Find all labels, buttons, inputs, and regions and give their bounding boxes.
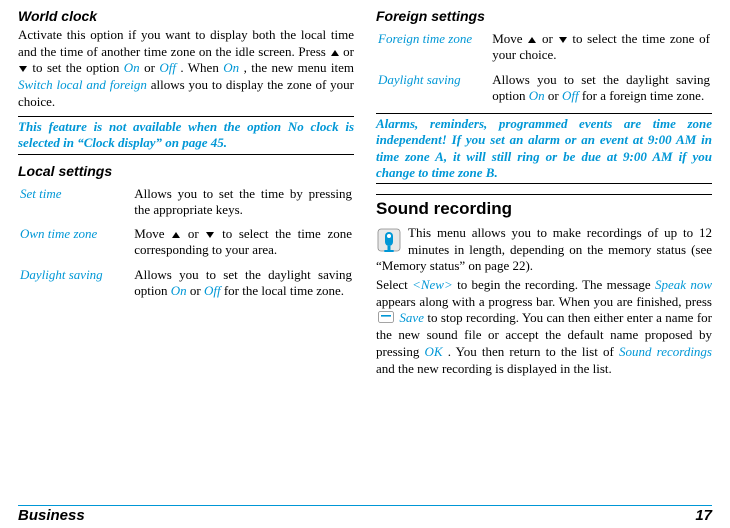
arrow-down-icon bbox=[559, 37, 567, 43]
text-fragment: . You then return to the list of bbox=[448, 344, 619, 359]
recorder-icon bbox=[376, 227, 402, 257]
text-fragment: . When bbox=[180, 60, 223, 75]
setting-key: Daylight saving bbox=[376, 68, 490, 109]
setting-value: Move or to select the time zone of your … bbox=[490, 27, 712, 68]
list-sound-recordings: Sound recordings bbox=[619, 344, 712, 359]
table-row: Own time zone Move or to select the time… bbox=[18, 222, 354, 263]
table-row: Daylight saving Allows you to set the da… bbox=[18, 263, 354, 304]
foreign-settings-heading: Foreign settings bbox=[376, 8, 712, 24]
option-on: On bbox=[124, 60, 140, 75]
action-save: Save bbox=[399, 310, 424, 325]
text-fragment: to set the option bbox=[32, 60, 123, 75]
text-fragment: Move bbox=[492, 31, 527, 46]
world-clock-heading: World clock bbox=[18, 8, 354, 24]
text-fragment: Move bbox=[134, 226, 171, 241]
text-fragment: appears along with a progress bar. When … bbox=[376, 294, 712, 309]
text-fragment: or bbox=[548, 88, 562, 103]
text-fragment: No clock bbox=[288, 119, 339, 134]
page-footer: Business 17 bbox=[18, 505, 712, 524]
table-row: Foreign time zone Move or to select the … bbox=[376, 27, 712, 68]
setting-key: Foreign time zone bbox=[376, 27, 490, 68]
text-fragment: or bbox=[542, 31, 558, 46]
text-fragment: for a foreign time zone. bbox=[582, 88, 704, 103]
foreign-settings-table: Foreign time zone Move or to select the … bbox=[376, 27, 712, 108]
page-columns: World clock Activate this option if you … bbox=[18, 8, 712, 478]
arrow-down-icon bbox=[206, 232, 214, 238]
option-off: Off bbox=[204, 283, 221, 298]
right-column: Foreign settings Foreign time zone Move … bbox=[376, 8, 712, 478]
left-column: World clock Activate this option if you … bbox=[18, 8, 354, 478]
text-fragment: Select bbox=[376, 277, 412, 292]
section-divider bbox=[376, 194, 712, 195]
text-fragment: to begin the recording. The message bbox=[457, 277, 655, 292]
option-on: On bbox=[223, 60, 239, 75]
setting-value: Allows you to set the daylight saving op… bbox=[132, 263, 354, 304]
footer-divider bbox=[18, 505, 712, 506]
option-new: <New> bbox=[412, 277, 453, 292]
arrow-down-icon bbox=[19, 66, 27, 72]
message-speak-now: Speak now bbox=[655, 277, 712, 292]
callout-timezone-independent: Alarms, reminders, programmed events are… bbox=[376, 113, 712, 184]
text-fragment: or bbox=[190, 283, 204, 298]
page-number: 17 bbox=[695, 507, 712, 524]
text-fragment: or bbox=[343, 44, 354, 59]
text-fragment: Activate this option if you want to disp… bbox=[18, 27, 354, 59]
arrow-up-icon bbox=[528, 37, 536, 43]
option-on: On bbox=[171, 283, 187, 298]
setting-key: Own time zone bbox=[18, 222, 132, 263]
text-fragment: , the new menu item bbox=[244, 60, 354, 75]
world-clock-paragraph: Activate this option if you want to disp… bbox=[18, 27, 354, 110]
setting-value: Allows you to set the daylight saving op… bbox=[490, 68, 712, 109]
setting-value: Allows you to set the time by pressing t… bbox=[132, 182, 354, 223]
setting-key: Set time bbox=[18, 182, 132, 223]
setting-key: Daylight saving bbox=[18, 263, 132, 304]
footer-section-name: Business bbox=[18, 507, 85, 524]
sound-recording-heading: Sound recording bbox=[376, 199, 712, 219]
table-row: Daylight saving Allows you to set the da… bbox=[376, 68, 712, 109]
table-row: Set time Allows you to set the time by p… bbox=[18, 182, 354, 223]
softkey-icon bbox=[378, 311, 394, 328]
sound-paragraph-1: This menu allows you to make recordings … bbox=[376, 225, 712, 275]
sound-paragraph-2: Select <New> to begin the recording. The… bbox=[376, 277, 712, 377]
option-off: Off bbox=[562, 88, 579, 103]
text-fragment: and the new recording is displayed in th… bbox=[376, 361, 612, 376]
text-fragment: for the local time zone. bbox=[224, 283, 344, 298]
arrow-up-icon bbox=[331, 50, 339, 56]
sound-recording-body: This menu allows you to make recordings … bbox=[376, 225, 712, 377]
text-fragment: or bbox=[188, 226, 206, 241]
callout-no-clock: This feature is not available when the o… bbox=[18, 116, 354, 155]
text-fragment: This feature is not available when the o… bbox=[18, 119, 288, 134]
option-on: On bbox=[529, 88, 545, 103]
menu-switch-local-foreign: Switch local and foreign bbox=[18, 77, 147, 92]
text-fragment: or bbox=[144, 60, 159, 75]
local-settings-table: Set time Allows you to set the time by p… bbox=[18, 182, 354, 304]
setting-value: Move or to select the time zone correspo… bbox=[132, 222, 354, 263]
action-ok: OK bbox=[425, 344, 443, 359]
local-settings-heading: Local settings bbox=[18, 163, 354, 179]
option-off: Off bbox=[159, 60, 176, 75]
arrow-up-icon bbox=[172, 232, 180, 238]
